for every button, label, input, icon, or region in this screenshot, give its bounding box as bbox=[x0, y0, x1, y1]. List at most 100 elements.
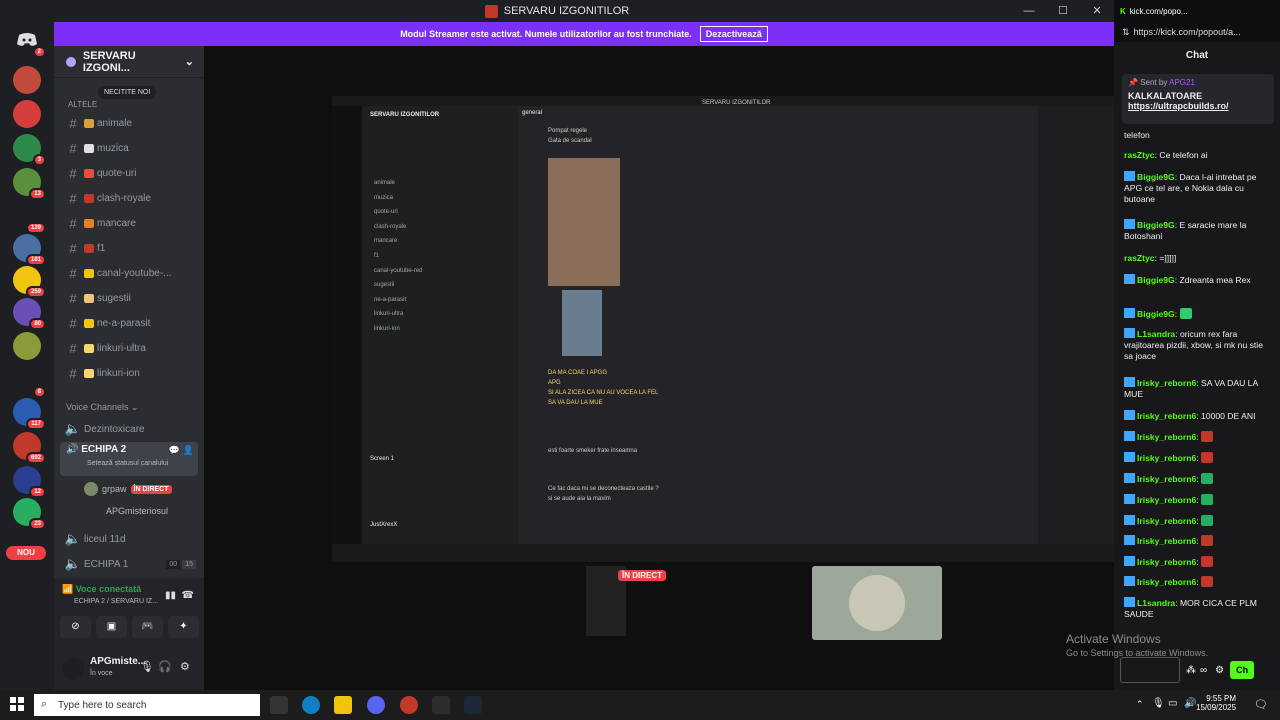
steam-icon[interactable] bbox=[464, 696, 482, 714]
chat-username[interactable]: Irisky_reborn6 bbox=[1137, 378, 1196, 388]
chat-username[interactable]: Irisky_reborn6 bbox=[1137, 536, 1196, 546]
chat-username[interactable]: Irisky_reborn6 bbox=[1137, 516, 1196, 526]
server-icon[interactable] bbox=[13, 66, 41, 94]
server-icon[interactable]: 13 bbox=[13, 168, 46, 200]
noise-suppression-icon[interactable]: ▮▮ bbox=[165, 590, 176, 601]
chat-username[interactable]: Irisky_reborn6 bbox=[1137, 557, 1196, 567]
voice-channel-item[interactable]: 🔈 ECHIPA 1 00 15 bbox=[62, 553, 196, 575]
activity-icon[interactable]: 🎮 bbox=[132, 616, 163, 638]
server-icon[interactable]: 12 bbox=[13, 466, 46, 498]
camera-off-icon[interactable]: ⊘ bbox=[60, 616, 91, 638]
channel-status-text[interactable]: Setează statusul canalului bbox=[87, 460, 168, 467]
server-icon[interactable]: 80 bbox=[13, 298, 46, 330]
channel-item[interactable]: # muzica bbox=[62, 137, 196, 159]
chat-username[interactable]: Biggie9G bbox=[1137, 172, 1175, 182]
chat-input[interactable] bbox=[1120, 657, 1180, 683]
channel-item[interactable]: # quote-uri bbox=[62, 162, 196, 184]
add-user-icon[interactable]: 👤 bbox=[183, 445, 194, 456]
channel-item[interactable]: # mancare bbox=[62, 212, 196, 234]
channel-item[interactable]: # canal-youtube-... bbox=[62, 262, 196, 284]
microphone-icon[interactable]: 🎙 bbox=[140, 660, 154, 673]
screen-share-icon[interactable]: ▣ bbox=[96, 616, 127, 638]
taskbar-search-input[interactable]: ⌕ Type here to search bbox=[34, 694, 260, 716]
channel-item[interactable]: # linkuri-ion bbox=[62, 362, 196, 384]
channel-item[interactable]: # linkuri-ultra bbox=[62, 337, 196, 359]
gear-icon[interactable]: ⚙ bbox=[180, 660, 190, 673]
volume-icon[interactable]: 🔊 bbox=[1184, 698, 1196, 709]
soundboard-icon[interactable]: ✦ bbox=[168, 616, 199, 638]
maximize-icon[interactable]: ☐ bbox=[1046, 0, 1080, 22]
unread-pill[interactable]: NECITITE NOI bbox=[98, 86, 157, 99]
voice-channels-header[interactable]: Voice Channels ⌄ bbox=[66, 402, 139, 413]
screen-share-stream[interactable]: SERVARU IZGONITILOR SERVARU IZGONITILOR … bbox=[332, 96, 1116, 562]
channel-item[interactable]: # animale bbox=[62, 112, 196, 134]
avatar[interactable] bbox=[62, 658, 84, 680]
pinned-message[interactable]: 📌 Sent by APG21 KALKALATOARE https://ult… bbox=[1122, 74, 1274, 124]
windows-start-icon[interactable] bbox=[10, 697, 24, 711]
chat-username[interactable]: Biggie9G bbox=[1137, 309, 1175, 319]
app-icon[interactable] bbox=[400, 696, 418, 714]
chat-username[interactable]: rasZtyc bbox=[1124, 253, 1155, 263]
voice-user-name[interactable]: APGmisteriosul bbox=[106, 506, 168, 516]
popout-tab[interactable]: K kick.com/popo... bbox=[1114, 0, 1280, 22]
server-icon[interactable]: 23 bbox=[13, 498, 46, 530]
voice-channel-item[interactable]: 🔈 Dezintoxicare bbox=[62, 418, 196, 440]
voice-channel-item[interactable]: 🔈 liceul 11d bbox=[62, 528, 196, 550]
channel-item[interactable]: # sugestii bbox=[62, 287, 196, 309]
edge-icon[interactable] bbox=[302, 696, 320, 714]
new-servers-badge[interactable]: NOU bbox=[6, 546, 46, 560]
disconnect-icon[interactable]: ☎ bbox=[182, 590, 194, 601]
chat-username[interactable]: Biggie9G bbox=[1137, 220, 1175, 230]
gear-icon[interactable]: ⚙ bbox=[1215, 665, 1224, 676]
chat-username[interactable]: Irisky_reborn6 bbox=[1137, 495, 1196, 505]
chat-username[interactable]: L1sandra bbox=[1137, 598, 1175, 608]
chat-username[interactable]: Irisky_reborn6 bbox=[1137, 432, 1196, 442]
server-icon[interactable]: 8 bbox=[13, 366, 46, 398]
server-icon[interactable]: 181 bbox=[13, 234, 46, 266]
chat-username[interactable]: Irisky_reborn6 bbox=[1137, 453, 1196, 463]
chat-username[interactable]: L1sandra bbox=[1137, 329, 1175, 339]
network-icon[interactable]: ▭ bbox=[1168, 698, 1177, 709]
chat-icon[interactable]: 💬 bbox=[169, 445, 180, 456]
server-icon[interactable]: 139 bbox=[13, 202, 46, 234]
voice-channel-active[interactable]: 🔊 ECHIPA 2 Setează statusul canalului 💬 … bbox=[60, 442, 198, 476]
channel-item[interactable]: # f1 bbox=[62, 237, 196, 259]
headphones-icon[interactable]: 🎧 bbox=[158, 660, 172, 673]
chat-username[interactable]: Biggie9G bbox=[1137, 275, 1175, 285]
file-explorer-icon[interactable] bbox=[334, 696, 352, 714]
link-icon[interactable]: ∞ bbox=[1200, 665, 1207, 676]
voice-user[interactable]: grpaw ÎN DIRECT bbox=[84, 482, 172, 496]
disable-streamer-button[interactable]: Dezactivează bbox=[699, 26, 768, 42]
server-icon[interactable] bbox=[13, 100, 41, 128]
server-icon[interactable]: 692 bbox=[13, 432, 46, 464]
send-chat-button[interactable]: Ch bbox=[1230, 661, 1255, 679]
discord-home-icon[interactable]: 2 bbox=[13, 26, 46, 58]
server-icon[interactable] bbox=[13, 332, 41, 360]
minimize-icon[interactable]: — bbox=[1012, 0, 1046, 22]
server-icon[interactable]: 259 bbox=[13, 266, 46, 298]
tray-chevron-icon[interactable]: ⌃ bbox=[1136, 699, 1144, 710]
users-icon[interactable]: ⁂ bbox=[1186, 665, 1196, 676]
chat-username[interactable]: Irisky_reborn6 bbox=[1137, 474, 1196, 484]
task-view-icon[interactable] bbox=[270, 696, 288, 714]
address-bar[interactable]: ⇅ https://kick.com/popout/a... bbox=[1114, 22, 1280, 42]
chat-username[interactable]: Irisky_reborn6 bbox=[1137, 411, 1196, 421]
channel-item[interactable]: # clash-royale bbox=[62, 187, 196, 209]
voice-connected-status[interactable]: 📶 Voce conectată bbox=[62, 584, 141, 595]
app-icon[interactable] bbox=[432, 696, 450, 714]
server-icon[interactable]: 3 bbox=[13, 134, 46, 166]
pinned-link[interactable]: https://ultrapcbuilds.ro/ bbox=[1128, 101, 1268, 111]
microphone-icon[interactable]: 🎙 bbox=[1152, 698, 1165, 709]
server-header[interactable]: SERVARU IZGONI... ⌄ bbox=[54, 46, 204, 78]
chat-username[interactable]: Irisky_reborn6 bbox=[1137, 577, 1196, 587]
server-icon[interactable]: 117 bbox=[13, 398, 46, 430]
taskbar-clock[interactable]: 9:55 PM 15/09/2025 bbox=[1196, 694, 1236, 712]
camera-tile[interactable] bbox=[812, 566, 942, 640]
category-label[interactable]: ALTELE bbox=[68, 100, 97, 109]
chat-username[interactable]: rasZtyc bbox=[1124, 150, 1155, 160]
notification-icon[interactable]: 🗨 bbox=[1254, 698, 1268, 711]
voice-location[interactable]: ECHIPA 2 / SERVARU IZ... bbox=[74, 598, 158, 605]
close-icon[interactable]: ✕ bbox=[1080, 0, 1114, 22]
discord-icon[interactable] bbox=[367, 696, 385, 714]
channel-item[interactable]: # ne-a-parasit bbox=[62, 312, 196, 334]
